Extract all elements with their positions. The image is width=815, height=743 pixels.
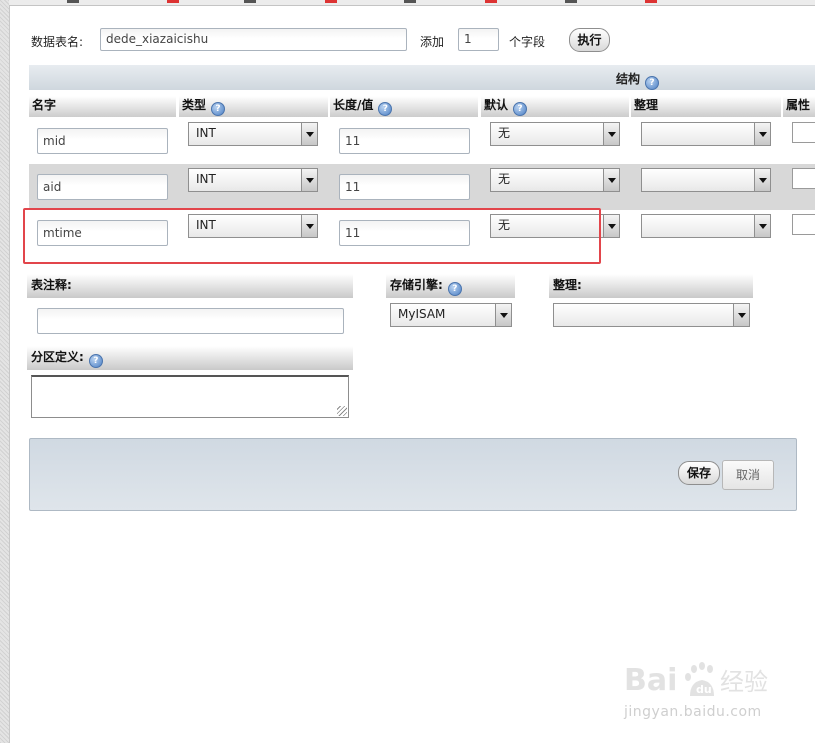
chevron-down-icon (733, 304, 749, 326)
field-default-select[interactable]: 无 (490, 214, 620, 238)
help-icon[interactable]: ? (513, 102, 528, 116)
column-header-name: 名字 (29, 96, 176, 117)
tab-edge-mark (565, 0, 577, 3)
chevron-down-icon (495, 304, 511, 326)
field-collation-select[interactable] (641, 214, 771, 238)
tab-edge-mark (67, 0, 79, 3)
structure-header: 结构? (29, 65, 815, 90)
help-icon[interactable]: ? (378, 102, 393, 116)
watermark-url: jingyan.baidu.com (624, 704, 762, 720)
save-button[interactable]: 保存 (678, 461, 720, 485)
field-length-input[interactable]: 11 (339, 220, 470, 246)
table-comment-input[interactable] (37, 308, 344, 334)
help-icon[interactable]: ? (211, 102, 226, 116)
field-length-input[interactable]: 11 (339, 174, 470, 200)
field-attributes-select[interactable] (792, 214, 815, 235)
column-header-default: 默认? (481, 96, 629, 117)
column-header-attributes: 属性 (783, 96, 815, 117)
column-header-collation: 整理 (631, 96, 781, 117)
field-type-select[interactable]: INT (188, 214, 318, 238)
svg-text:du: du (696, 683, 712, 696)
chevron-down-icon (754, 123, 770, 145)
column-header-length: 长度/值? (330, 96, 478, 117)
field-default-select[interactable]: 无 (490, 168, 620, 192)
table-collation-header: 整理: (549, 274, 753, 298)
chevron-down-icon (603, 215, 619, 237)
field-collation-select[interactable] (641, 168, 771, 192)
chevron-down-icon (754, 215, 770, 237)
table-name-input[interactable]: dede_xiazaicishu (100, 28, 407, 51)
field-length-input[interactable]: 11 (339, 128, 470, 154)
tab-edge-mark (167, 0, 179, 3)
table-collation-select[interactable] (553, 303, 750, 327)
storage-engine-header: 存储引擎:? (386, 274, 515, 298)
execute-button[interactable]: 执行 (569, 28, 610, 52)
help-icon[interactable]: ? (645, 76, 660, 90)
structure-title: 结构? (616, 70, 660, 90)
chevron-down-icon (301, 123, 317, 145)
storage-engine-select[interactable]: MyISAM (390, 303, 512, 327)
chevron-down-icon (301, 169, 317, 191)
chevron-down-icon (301, 215, 317, 237)
top-frame-edge (9, 0, 815, 6)
field-unit-label: 个字段 (509, 35, 546, 49)
field-attributes-select[interactable] (792, 168, 815, 189)
add-label: 添加 (420, 35, 445, 49)
svg-text:Bai: Bai (624, 663, 677, 698)
chevron-down-icon (603, 123, 619, 145)
table-comment-header: 表注释: (27, 274, 353, 298)
resize-grip-icon[interactable] (337, 406, 347, 416)
help-icon[interactable]: ? (447, 282, 462, 296)
partition-header: 分区定义:? (27, 346, 353, 370)
chevron-down-icon (603, 169, 619, 191)
field-name-input[interactable]: aid (37, 174, 168, 200)
table-name-label: 数据表名: (31, 35, 84, 49)
field-type-select[interactable]: INT (188, 122, 318, 146)
field-collation-select[interactable] (641, 122, 771, 146)
field-attributes-select[interactable] (792, 122, 815, 143)
partition-textarea[interactable] (31, 375, 349, 418)
left-frame-edge (0, 0, 10, 743)
field-name-input[interactable]: mtime (37, 220, 168, 246)
field-count-input[interactable]: 1 (458, 28, 499, 51)
cancel-button[interactable]: 取消 (722, 460, 774, 490)
field-type-select[interactable]: INT (188, 168, 318, 192)
help-icon[interactable]: ? (88, 354, 103, 368)
chevron-down-icon (754, 169, 770, 191)
svg-text:经验: 经验 (720, 668, 768, 696)
baidu-watermark-logo: Bai du 经验 (624, 662, 768, 698)
column-header-type: 类型? (179, 96, 328, 117)
field-default-select[interactable]: 无 (490, 122, 620, 146)
tab-edge-mark (485, 0, 497, 3)
tab-edge-mark (645, 0, 657, 3)
tab-edge-mark (244, 0, 256, 3)
tab-edge-mark (325, 0, 337, 3)
field-name-input[interactable]: mid (37, 128, 168, 154)
tab-edge-mark (404, 0, 416, 3)
